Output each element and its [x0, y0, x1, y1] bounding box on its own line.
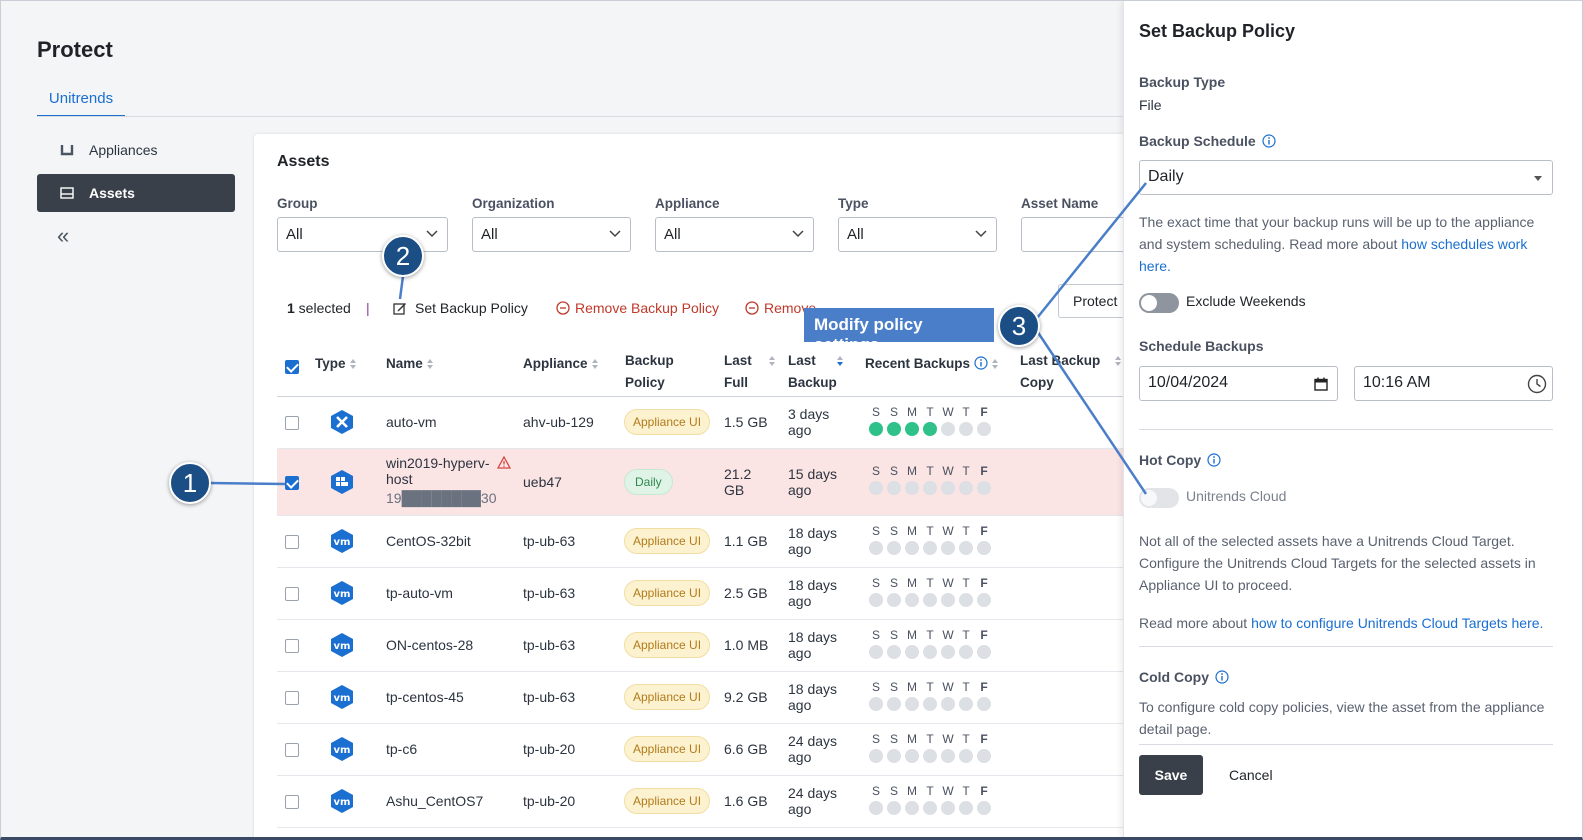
- callout-label: Modify policy settings: [804, 308, 994, 354]
- annotation-lines: [209, 182, 1148, 495]
- step-badge-1: 1: [169, 462, 211, 504]
- app-window: Protect Unitrends Appliances Assets « As…: [0, 0, 1583, 840]
- step-badge-3: 3: [998, 305, 1040, 347]
- step-badge-2: 2: [382, 235, 424, 277]
